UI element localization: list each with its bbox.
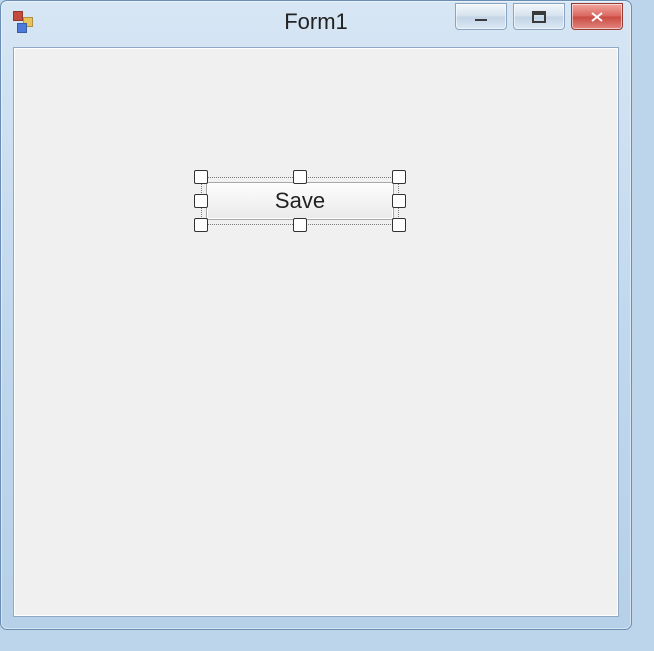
resize-handle-top-left[interactable] — [194, 170, 208, 184]
save-button[interactable]: Save — [206, 182, 394, 220]
form-window: Form1 Save — [0, 0, 632, 630]
app-icon — [13, 11, 35, 33]
close-button[interactable] — [571, 3, 623, 30]
form-client-area[interactable]: Save — [13, 47, 619, 617]
minimize-button[interactable] — [455, 3, 507, 30]
designer-selection[interactable]: Save — [194, 170, 406, 232]
resize-handle-middle-left[interactable] — [194, 194, 208, 208]
resize-handle-top-center[interactable] — [293, 170, 307, 184]
resize-handle-bottom-left[interactable] — [194, 218, 208, 232]
window-controls — [455, 3, 623, 30]
maximize-button[interactable] — [513, 3, 565, 30]
close-icon — [588, 10, 606, 24]
resize-handle-bottom-center[interactable] — [293, 218, 307, 232]
save-button-label: Save — [275, 188, 325, 214]
minimize-icon — [472, 10, 490, 24]
resize-handle-bottom-right[interactable] — [392, 218, 406, 232]
resize-handle-top-right[interactable] — [392, 170, 406, 184]
resize-handle-middle-right[interactable] — [392, 194, 406, 208]
titlebar: Form1 — [1, 1, 631, 45]
maximize-icon — [530, 10, 548, 24]
